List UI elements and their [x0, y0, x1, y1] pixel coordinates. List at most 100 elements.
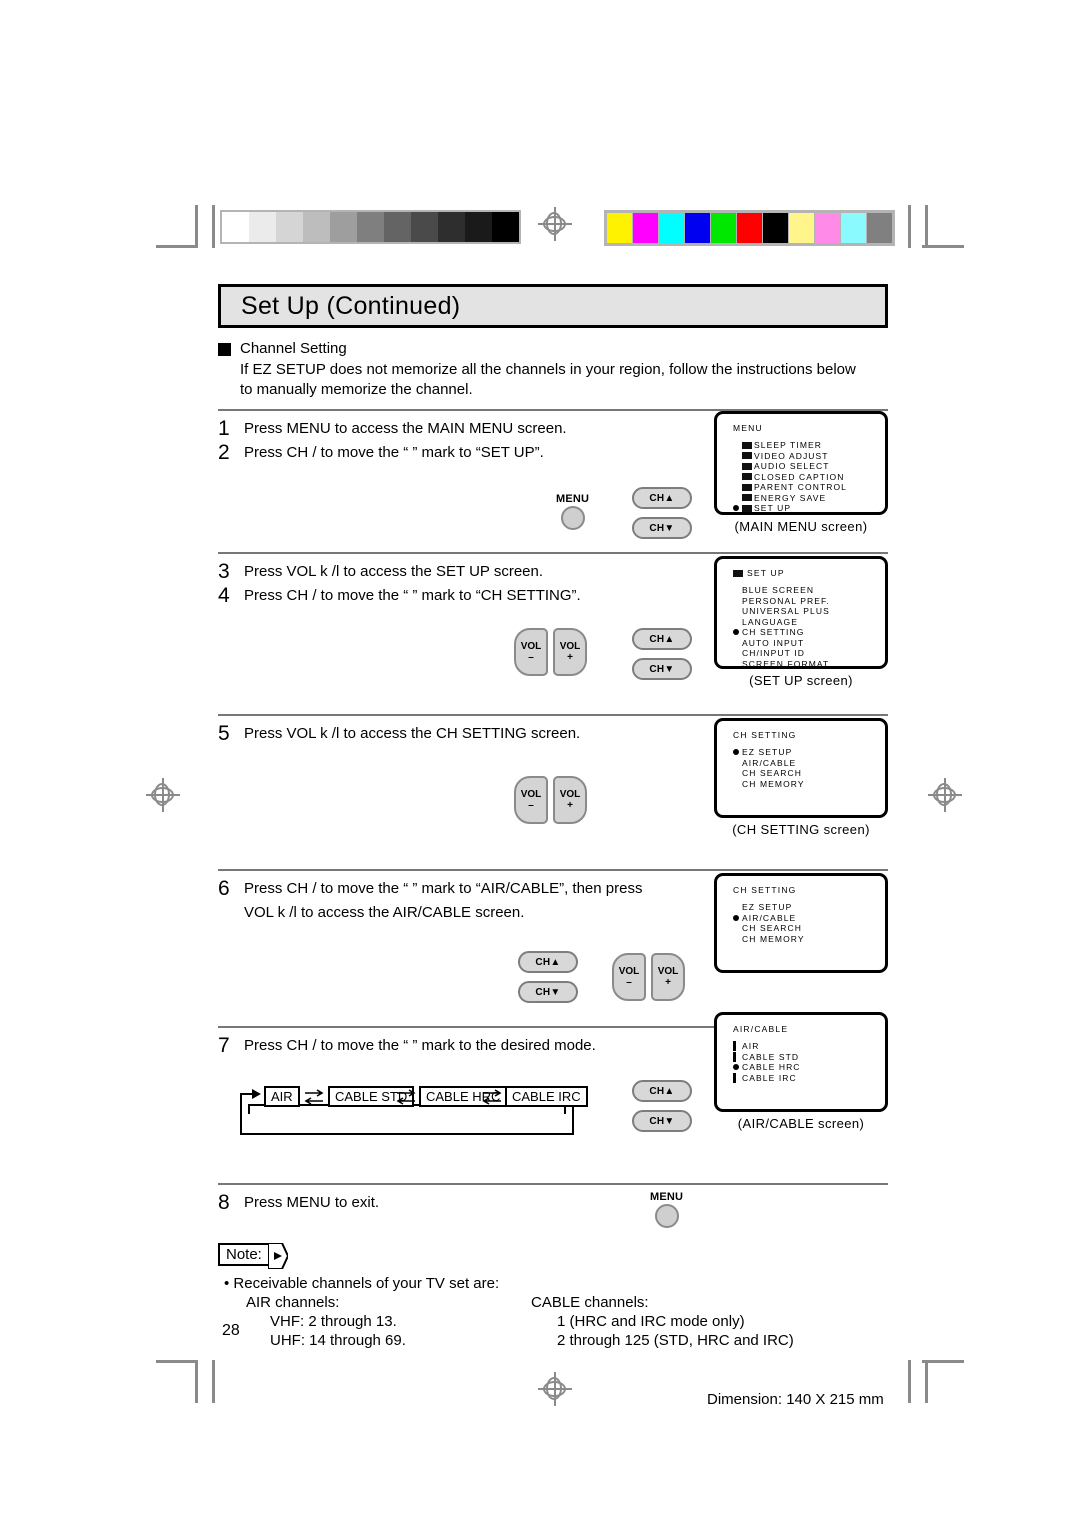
osd-list-item[interactable]: AUTO INPUT	[733, 638, 885, 649]
vol-minus-button[interactable]: VOL –	[612, 953, 646, 1001]
gray-patch	[330, 212, 357, 242]
osd-list-item[interactable]: CH MEMORY	[733, 779, 885, 790]
osd-list-item[interactable]: AUDIO SELECT	[733, 461, 885, 472]
osd-list-item[interactable]: SCREEN FORMAT	[733, 659, 885, 670]
step-group-5: 5 Press VOL k /l to access the CH SETTIN…	[218, 718, 888, 862]
gray-patch	[384, 212, 411, 242]
note-air-heading: AIR channels:	[246, 1294, 340, 1311]
menu-button[interactable]: MENU	[650, 1191, 683, 1228]
osd-item-label: AUDIO SELECT	[754, 461, 830, 471]
osd-list-item[interactable]: CH/INPUT ID	[733, 648, 885, 659]
osd-list-item[interactable]: CABLE HRC	[733, 1062, 885, 1073]
osd-list-item[interactable]: CABLE STD	[733, 1052, 885, 1063]
vol-minus-button[interactable]: VOL –	[514, 776, 548, 824]
osd-list-item[interactable]: AIR/CABLE	[733, 913, 885, 924]
step-8-text: Press MENU to exit.	[244, 1194, 380, 1211]
vol-plus-button[interactable]: VOL +	[553, 776, 587, 824]
osd-air-cable-screen: AIR/CABLE AIR CABLE STD CABLE HRC CABLE IRC	[714, 1012, 888, 1112]
ch-up-label: CH▲	[649, 633, 675, 645]
step-group-7: 7 Press CH / to move the “ ” mark to the…	[218, 1012, 888, 1176]
osd-item-label: CH SEARCH	[742, 923, 802, 933]
note-bullet-line: • Receivable channels of your TV set are…	[224, 1275, 500, 1292]
ch-down-button[interactable]: CH▼	[632, 1110, 692, 1132]
osd-list-item[interactable]: CLOSED CAPTION	[733, 472, 885, 483]
osd-set-up-screen: SET UP BLUE SCREEN PERSONAL PREF. UNIVERSA…	[714, 556, 888, 669]
osd-item-label: PERSONAL PREF.	[742, 595, 830, 606]
vol-minus-label: VOL	[520, 641, 542, 652]
menu-button-dot-icon	[654, 1204, 679, 1228]
osd-list-item[interactable]: AIR/CABLE	[733, 758, 885, 769]
ch-down-button[interactable]: CH▼	[632, 658, 692, 680]
osd-list-item[interactable]: SLEEP TIMER	[733, 440, 885, 451]
osd-item-label: CH/INPUT ID	[742, 648, 805, 658]
color-patch	[815, 213, 840, 243]
selection-bullet-icon	[733, 505, 739, 512]
osd-ch-setting-a-title: CH SETTING	[733, 730, 797, 740]
osd-main-menu-caption: (MAIN MENU screen)	[734, 519, 868, 534]
menu-button[interactable]: MENU	[556, 493, 589, 530]
osd-item-label: BLUE SCREEN	[742, 585, 815, 595]
gray-patch	[276, 212, 303, 242]
note-badge: Note:	[218, 1243, 288, 1269]
osd-item-label: AIR/CABLE	[742, 757, 797, 768]
mode-swap-arrow-icon	[396, 1089, 416, 1105]
osd-list-item[interactable]: EZ SETUP	[733, 747, 885, 758]
ch-down-button[interactable]: CH▼	[518, 981, 578, 1003]
osd-list-item[interactable]: PERSONAL PREF.	[733, 596, 885, 607]
note-cable-heading: CABLE channels:	[531, 1294, 649, 1311]
osd-main-menu-title: MENU	[733, 423, 763, 433]
osd-list-item[interactable]: UNIVERSAL PLUS	[733, 606, 885, 617]
osd-list-item[interactable]: ENERGY SAVE	[733, 493, 885, 504]
section-intro-line-2: to manually memorize the channel.	[240, 381, 473, 398]
ch-up-button[interactable]: CH▲	[632, 1080, 692, 1102]
osd-item-label: AIR	[742, 1041, 760, 1051]
selection-bullet-icon	[733, 1064, 739, 1071]
selection-bar-icon	[733, 1051, 736, 1062]
osd-list-item[interactable]: BLUE SCREEN	[733, 585, 885, 596]
selection-bar-icon	[733, 1041, 736, 1052]
osd-item-marker	[733, 629, 742, 636]
ch-up-button[interactable]: CH▲	[632, 487, 692, 509]
selection-bullet-icon	[733, 749, 739, 756]
osd-set-up-caption: (SET UP screen)	[749, 673, 853, 688]
ch-up-label: CH▲	[535, 956, 561, 968]
osd-item-marker	[733, 505, 742, 512]
color-patch	[711, 213, 736, 243]
vol-plus-sign: +	[567, 800, 573, 811]
osd-item-label: CH SEARCH	[742, 768, 802, 778]
vol-minus-button[interactable]: VOL –	[514, 628, 548, 676]
osd-item-marker	[733, 1064, 742, 1071]
step-4-text: Press CH / to move the “ ” mark to “CH S…	[244, 587, 581, 604]
note-arrow-icon	[267, 1243, 288, 1269]
vol-plus-button[interactable]: VOL +	[553, 628, 587, 676]
osd-list-item[interactable]: CH SEARCH	[733, 768, 885, 779]
ch-down-button[interactable]: CH▼	[632, 517, 692, 539]
osd-list-item[interactable]: CABLE IRC	[733, 1073, 885, 1084]
color-patch	[867, 213, 892, 243]
divider	[218, 1183, 888, 1185]
registration-mark-left	[146, 778, 180, 812]
osd-list-item[interactable]: LANGUAGE	[733, 617, 885, 628]
osd-set-up-list: BLUE SCREEN PERSONAL PREF. UNIVERSAL PLUS L…	[733, 585, 885, 669]
osd-list-item[interactable]: EZ SETUP	[733, 902, 885, 913]
osd-ch-setting-screen-b: CH SETTING EZ SETUP AIR/CABLE CH SEARCH CH …	[714, 873, 888, 973]
step-5-text: Press VOL k /l to access the CH SETTING …	[244, 725, 581, 742]
vol-plus-button[interactable]: VOL +	[651, 953, 685, 1001]
section-heading-text: Channel Setting	[240, 340, 347, 357]
osd-list-item[interactable]: CH SETTING	[733, 627, 885, 638]
ch-up-button[interactable]: CH▲	[518, 951, 578, 973]
selection-bullet-icon	[733, 629, 739, 636]
osd-list-item[interactable]: AIR	[733, 1041, 885, 1052]
color-patch	[841, 213, 866, 243]
osd-list-item[interactable]: CH MEMORY	[733, 934, 885, 945]
ch-up-button[interactable]: CH▲	[632, 628, 692, 650]
gray-patch	[492, 212, 519, 242]
osd-list-item[interactable]: CH SEARCH	[733, 923, 885, 934]
osd-list-item[interactable]: SET UP	[733, 503, 885, 514]
osd-set-up-title: SET UP	[733, 568, 885, 578]
note-air-vhf: VHF: 2 through 13.	[270, 1313, 397, 1330]
osd-list-item[interactable]: VIDEO ADJUST	[733, 451, 885, 462]
osd-list-item[interactable]: PARENT CONTROL	[733, 482, 885, 493]
square-bullet-icon	[218, 343, 231, 356]
ch-up-label: CH▲	[649, 1085, 675, 1097]
